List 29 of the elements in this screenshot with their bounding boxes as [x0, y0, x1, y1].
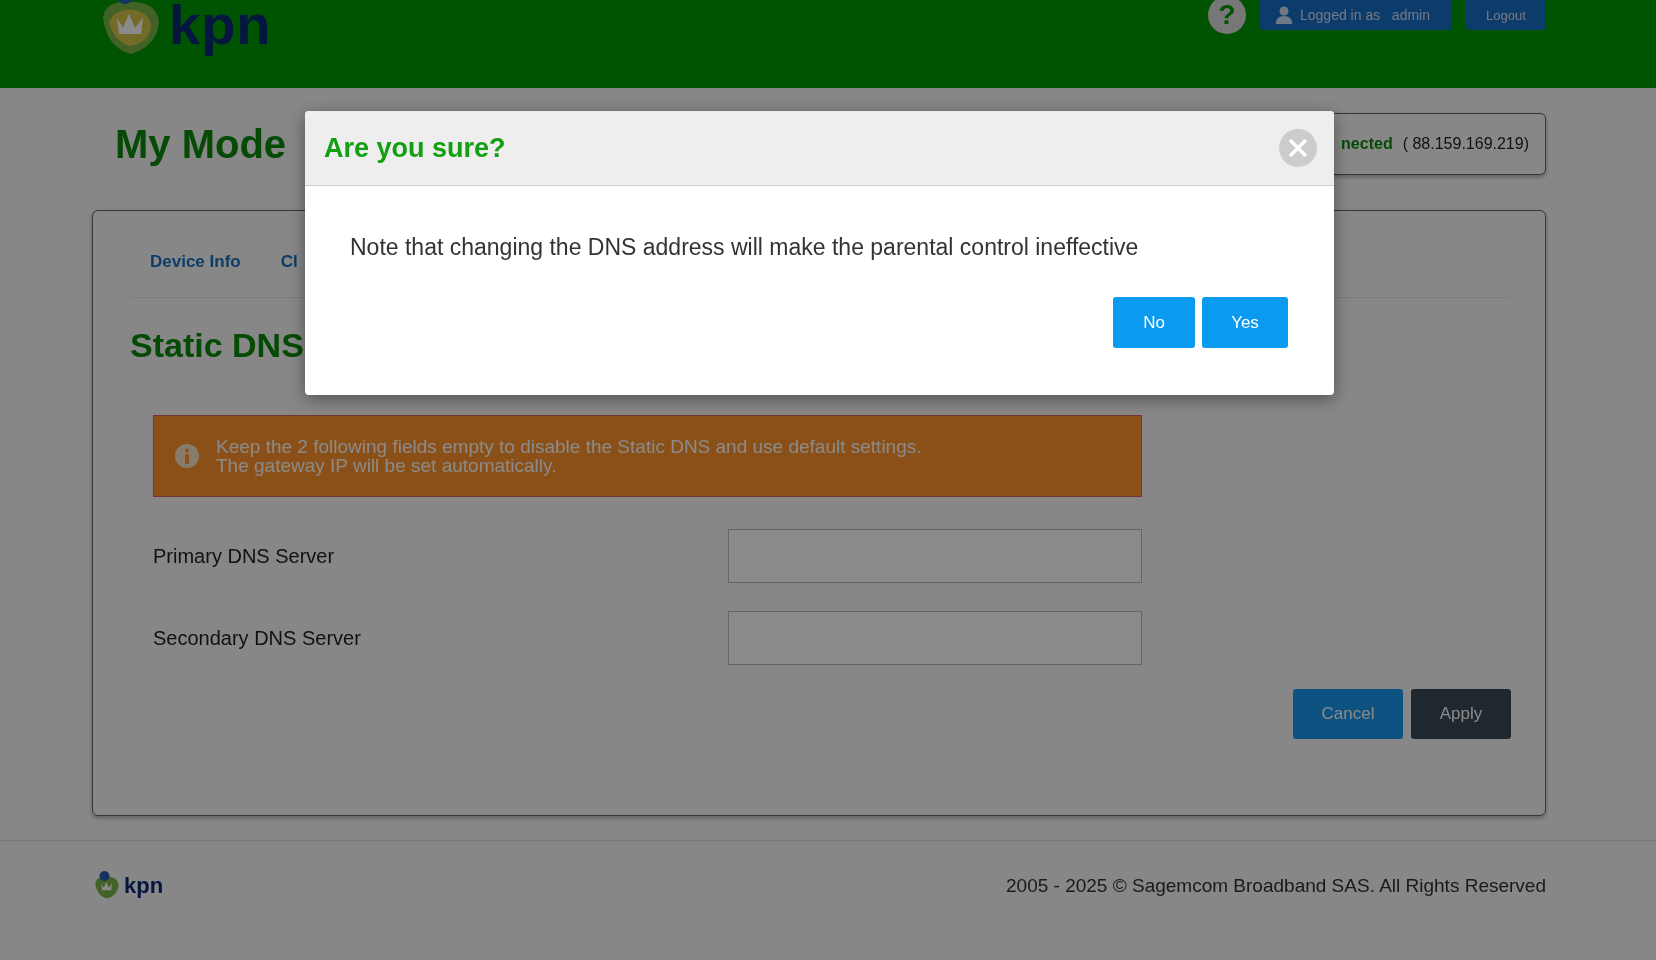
warning-text: Keep the 2 following fields empty to disable the Static DNS and use default settings. — [216, 437, 922, 456]
section-title: Static DNS — [130, 326, 305, 365]
logo-text: kpn — [124, 873, 164, 899]
connection-status: nected — [1341, 135, 1393, 153]
warning-text: The gateway IP will be set automatically. — [216, 456, 558, 475]
yes-button[interactable]: Yes — [1202, 297, 1288, 348]
no-button[interactable]: No — [1113, 297, 1195, 348]
page-title: My Mode — [115, 121, 287, 167]
crown-logo-icon — [92, 871, 122, 901]
user-icon — [1276, 6, 1292, 24]
help-icon[interactable]: ? — [1208, 0, 1246, 34]
input-field[interactable] — [728, 611, 1142, 665]
info-icon — [174, 443, 200, 469]
ip-address: ( 88.159.169.219) — [1402, 135, 1529, 153]
input-field[interactable] — [728, 529, 1142, 583]
dialog-message: Note that changing the DNS address will make the parental control ineffective — [350, 234, 1140, 261]
user-button[interactable]: Logged in as admin — [1260, 0, 1452, 30]
close-button[interactable] — [1279, 129, 1317, 167]
tab[interactable]: Device Info — [150, 252, 241, 272]
logout-button[interactable]: Logout — [1466, 0, 1546, 30]
field-label: Primary DNS Server — [153, 545, 335, 568]
cancel-button[interactable]: Cancel — [1293, 689, 1403, 739]
apply-button[interactable]: Apply — [1411, 689, 1511, 739]
close-icon — [1289, 139, 1307, 157]
copyright-text: 2005 - 2025 © Sagemcom Broadband SAS. All Rights Reserved — [1006, 875, 1546, 897]
tab[interactable]: Cl — [280, 252, 298, 272]
field-label: Secondary DNS Server — [153, 627, 361, 650]
logo-text: kpn — [169, 0, 272, 57]
dialog-title: Are you sure? — [324, 132, 506, 164]
